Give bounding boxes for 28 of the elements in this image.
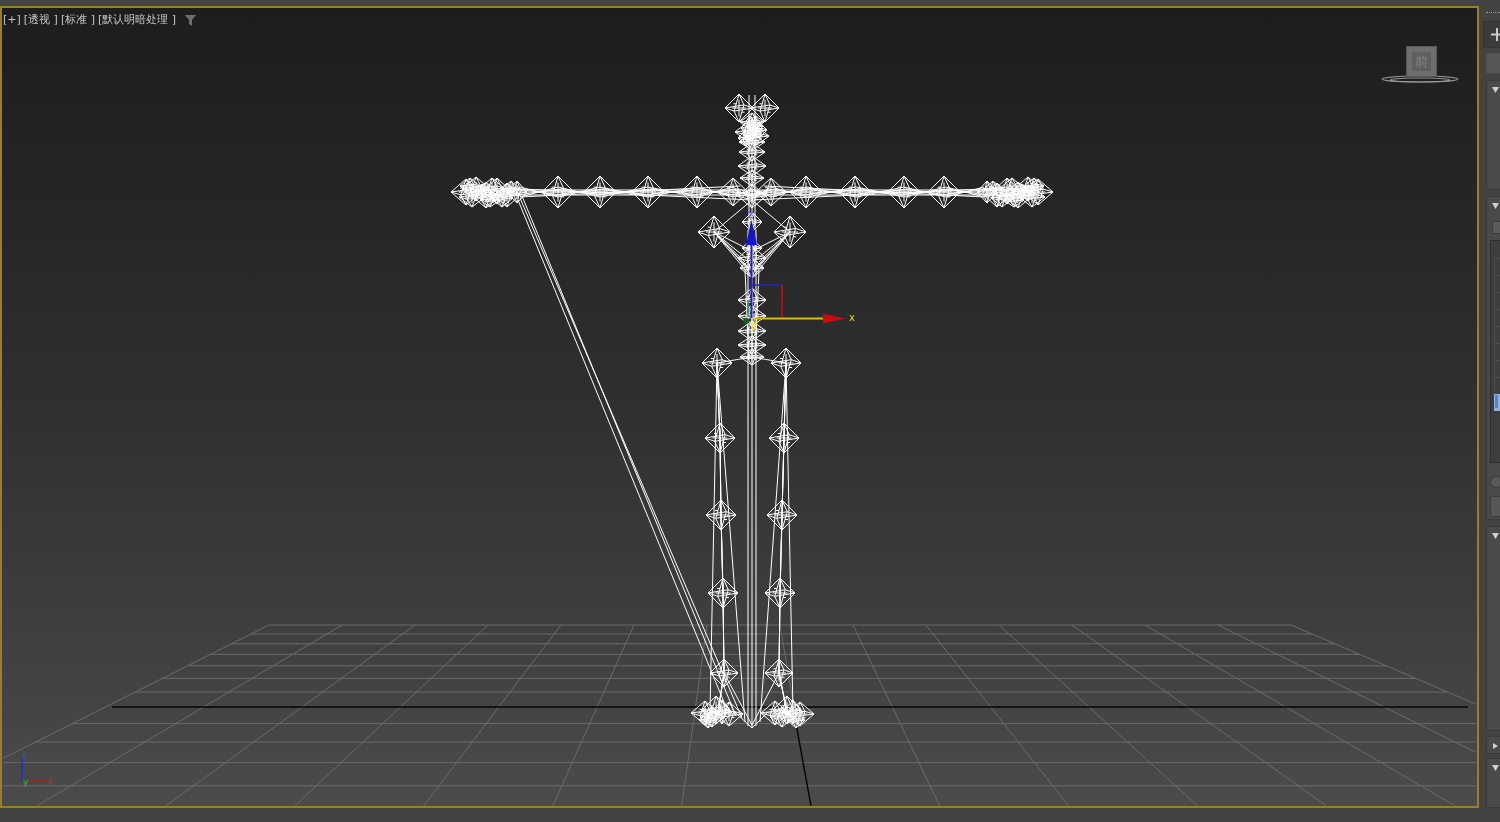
tripod-z-axis: [21, 756, 23, 782]
viewport-menu-label[interactable]: [默认明暗处理 ]: [98, 13, 177, 27]
axis-label: y: [751, 319, 758, 330]
y-axis-line[interactable]: [747, 299, 749, 318]
command-tab-button[interactable]: [1483, 21, 1500, 48]
axis-label: x: [48, 776, 54, 786]
plus-icon: [1491, 28, 1500, 41]
compass-ring-icon[interactable]: [1381, 75, 1459, 83]
axis-label: x: [849, 312, 855, 323]
checkbox[interactable]: [1492, 221, 1500, 234]
pivot-dot-icon: [743, 318, 750, 324]
tripod-x-axis: [28, 780, 49, 782]
caret-icon[interactable]: [1492, 743, 1499, 749]
caret-icon[interactable]: [1492, 765, 1499, 771]
radio-button[interactable]: [1490, 476, 1500, 488]
filter-icon[interactable]: [185, 14, 197, 26]
axis-label: z: [22, 750, 27, 760]
viewport-menu-label[interactable]: [标准 ]: [60, 13, 95, 27]
viewport-menu-label[interactable]: [+]: [3, 13, 21, 27]
caret-icon[interactable]: [1492, 203, 1499, 209]
z-axis-arrow[interactable]: [746, 220, 757, 319]
x-axis-arrow[interactable]: [752, 313, 845, 324]
axis-label: z: [748, 209, 754, 220]
viewport-menu-label[interactable]: [透视 ]: [23, 13, 58, 27]
axis-label: y: [23, 777, 29, 787]
plane-handle[interactable]: [751, 284, 783, 319]
caret-icon[interactable]: [1492, 87, 1499, 93]
caret-icon[interactable]: [1492, 533, 1499, 539]
